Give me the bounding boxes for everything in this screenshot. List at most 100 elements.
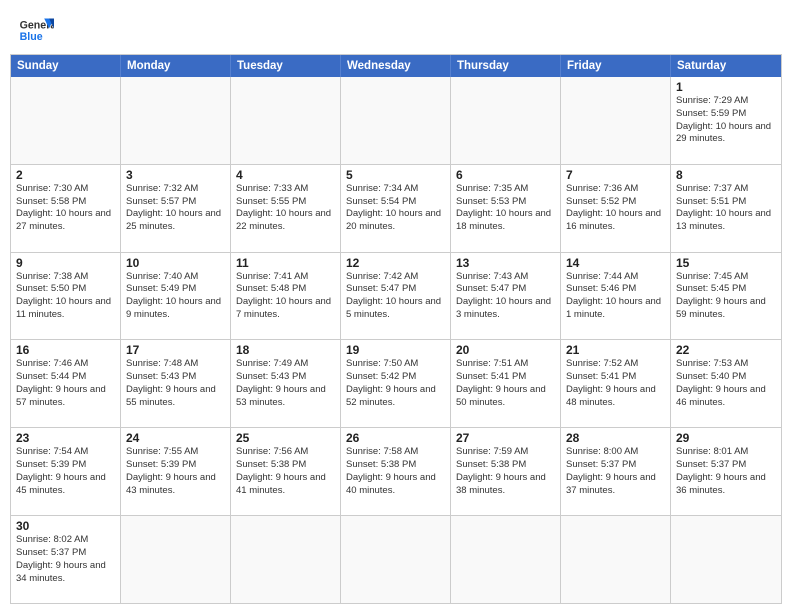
day-info: Sunrise: 7:56 AM Sunset: 5:38 PM Dayligh… [236, 446, 335, 497]
day-number: 3 [126, 168, 225, 182]
calendar-cell: 6Sunrise: 7:35 AM Sunset: 5:53 PM Daylig… [451, 165, 561, 252]
calendar-cell [231, 77, 341, 164]
day-number: 11 [236, 256, 335, 270]
day-number: 16 [16, 343, 115, 357]
day-info: Sunrise: 7:49 AM Sunset: 5:43 PM Dayligh… [236, 358, 335, 409]
day-info: Sunrise: 7:59 AM Sunset: 5:38 PM Dayligh… [456, 446, 555, 497]
logo: General Blue [18, 12, 54, 48]
day-info: Sunrise: 8:01 AM Sunset: 5:37 PM Dayligh… [676, 446, 776, 497]
calendar-cell [231, 516, 341, 603]
calendar-row-3: 9Sunrise: 7:38 AM Sunset: 5:50 PM Daylig… [11, 252, 781, 340]
calendar-cell: 2Sunrise: 7:30 AM Sunset: 5:58 PM Daylig… [11, 165, 121, 252]
calendar-cell [451, 77, 561, 164]
calendar-cell: 18Sunrise: 7:49 AM Sunset: 5:43 PM Dayli… [231, 340, 341, 427]
day-number: 10 [126, 256, 225, 270]
day-info: Sunrise: 7:35 AM Sunset: 5:53 PM Dayligh… [456, 183, 555, 234]
day-info: Sunrise: 8:02 AM Sunset: 5:37 PM Dayligh… [16, 534, 115, 585]
calendar-cell [121, 516, 231, 603]
day-info: Sunrise: 7:46 AM Sunset: 5:44 PM Dayligh… [16, 358, 115, 409]
header-day-saturday: Saturday [671, 55, 781, 77]
calendar-row-5: 23Sunrise: 7:54 AM Sunset: 5:39 PM Dayli… [11, 427, 781, 515]
calendar-cell: 10Sunrise: 7:40 AM Sunset: 5:49 PM Dayli… [121, 253, 231, 340]
day-info: Sunrise: 7:30 AM Sunset: 5:58 PM Dayligh… [16, 183, 115, 234]
day-number: 6 [456, 168, 555, 182]
day-number: 28 [566, 431, 665, 445]
header: General Blue [0, 0, 792, 54]
day-number: 15 [676, 256, 776, 270]
day-info: Sunrise: 7:52 AM Sunset: 5:41 PM Dayligh… [566, 358, 665, 409]
day-number: 14 [566, 256, 665, 270]
day-info: Sunrise: 7:37 AM Sunset: 5:51 PM Dayligh… [676, 183, 776, 234]
calendar-cell: 16Sunrise: 7:46 AM Sunset: 5:44 PM Dayli… [11, 340, 121, 427]
header-day-friday: Friday [561, 55, 671, 77]
svg-text:Blue: Blue [20, 31, 43, 43]
calendar-cell: 22Sunrise: 7:53 AM Sunset: 5:40 PM Dayli… [671, 340, 781, 427]
calendar-cell: 21Sunrise: 7:52 AM Sunset: 5:41 PM Dayli… [561, 340, 671, 427]
calendar-cell: 11Sunrise: 7:41 AM Sunset: 5:48 PM Dayli… [231, 253, 341, 340]
calendar-cell: 30Sunrise: 8:02 AM Sunset: 5:37 PM Dayli… [11, 516, 121, 603]
calendar-cell: 20Sunrise: 7:51 AM Sunset: 5:41 PM Dayli… [451, 340, 561, 427]
day-info: Sunrise: 7:55 AM Sunset: 5:39 PM Dayligh… [126, 446, 225, 497]
day-number: 29 [676, 431, 776, 445]
day-number: 12 [346, 256, 445, 270]
calendar-cell [121, 77, 231, 164]
calendar-cell: 12Sunrise: 7:42 AM Sunset: 5:47 PM Dayli… [341, 253, 451, 340]
day-info: Sunrise: 7:32 AM Sunset: 5:57 PM Dayligh… [126, 183, 225, 234]
page: General Blue SundayMondayTuesdayWednesda… [0, 0, 792, 612]
calendar-cell: 29Sunrise: 8:01 AM Sunset: 5:37 PM Dayli… [671, 428, 781, 515]
calendar-cell: 13Sunrise: 7:43 AM Sunset: 5:47 PM Dayli… [451, 253, 561, 340]
calendar-cell: 8Sunrise: 7:37 AM Sunset: 5:51 PM Daylig… [671, 165, 781, 252]
header-day-tuesday: Tuesday [231, 55, 341, 77]
calendar-body: 1Sunrise: 7:29 AM Sunset: 5:59 PM Daylig… [11, 77, 781, 603]
day-number: 19 [346, 343, 445, 357]
day-info: Sunrise: 7:58 AM Sunset: 5:38 PM Dayligh… [346, 446, 445, 497]
day-number: 9 [16, 256, 115, 270]
calendar-cell: 28Sunrise: 8:00 AM Sunset: 5:37 PM Dayli… [561, 428, 671, 515]
day-number: 17 [126, 343, 225, 357]
calendar-cell: 3Sunrise: 7:32 AM Sunset: 5:57 PM Daylig… [121, 165, 231, 252]
calendar-cell [671, 516, 781, 603]
calendar-cell [341, 516, 451, 603]
header-day-sunday: Sunday [11, 55, 121, 77]
day-info: Sunrise: 7:48 AM Sunset: 5:43 PM Dayligh… [126, 358, 225, 409]
day-info: Sunrise: 7:42 AM Sunset: 5:47 PM Dayligh… [346, 271, 445, 322]
day-info: Sunrise: 7:38 AM Sunset: 5:50 PM Dayligh… [16, 271, 115, 322]
day-number: 1 [676, 80, 776, 94]
calendar-row-6: 30Sunrise: 8:02 AM Sunset: 5:37 PM Dayli… [11, 515, 781, 603]
calendar-cell [451, 516, 561, 603]
calendar-cell: 19Sunrise: 7:50 AM Sunset: 5:42 PM Dayli… [341, 340, 451, 427]
day-info: Sunrise: 7:43 AM Sunset: 5:47 PM Dayligh… [456, 271, 555, 322]
day-info: Sunrise: 8:00 AM Sunset: 5:37 PM Dayligh… [566, 446, 665, 497]
calendar-cell: 5Sunrise: 7:34 AM Sunset: 5:54 PM Daylig… [341, 165, 451, 252]
calendar-cell [341, 77, 451, 164]
calendar-row-2: 2Sunrise: 7:30 AM Sunset: 5:58 PM Daylig… [11, 164, 781, 252]
day-number: 22 [676, 343, 776, 357]
day-info: Sunrise: 7:44 AM Sunset: 5:46 PM Dayligh… [566, 271, 665, 322]
generalblue-logo-icon: General Blue [18, 12, 54, 48]
day-info: Sunrise: 7:34 AM Sunset: 5:54 PM Dayligh… [346, 183, 445, 234]
header-day-thursday: Thursday [451, 55, 561, 77]
calendar-cell: 27Sunrise: 7:59 AM Sunset: 5:38 PM Dayli… [451, 428, 561, 515]
calendar-cell: 14Sunrise: 7:44 AM Sunset: 5:46 PM Dayli… [561, 253, 671, 340]
calendar-cell: 7Sunrise: 7:36 AM Sunset: 5:52 PM Daylig… [561, 165, 671, 252]
day-number: 2 [16, 168, 115, 182]
day-info: Sunrise: 7:41 AM Sunset: 5:48 PM Dayligh… [236, 271, 335, 322]
day-number: 4 [236, 168, 335, 182]
calendar-cell: 9Sunrise: 7:38 AM Sunset: 5:50 PM Daylig… [11, 253, 121, 340]
day-number: 27 [456, 431, 555, 445]
header-day-monday: Monday [121, 55, 231, 77]
calendar-cell: 1Sunrise: 7:29 AM Sunset: 5:59 PM Daylig… [671, 77, 781, 164]
calendar: SundayMondayTuesdayWednesdayThursdayFrid… [10, 54, 782, 604]
calendar-cell [11, 77, 121, 164]
day-number: 30 [16, 519, 115, 533]
calendar-cell: 15Sunrise: 7:45 AM Sunset: 5:45 PM Dayli… [671, 253, 781, 340]
calendar-cell: 17Sunrise: 7:48 AM Sunset: 5:43 PM Dayli… [121, 340, 231, 427]
day-info: Sunrise: 7:29 AM Sunset: 5:59 PM Dayligh… [676, 95, 776, 146]
calendar-cell [561, 516, 671, 603]
calendar-row-4: 16Sunrise: 7:46 AM Sunset: 5:44 PM Dayli… [11, 339, 781, 427]
day-number: 24 [126, 431, 225, 445]
day-number: 18 [236, 343, 335, 357]
calendar-cell: 25Sunrise: 7:56 AM Sunset: 5:38 PM Dayli… [231, 428, 341, 515]
day-number: 21 [566, 343, 665, 357]
day-number: 13 [456, 256, 555, 270]
